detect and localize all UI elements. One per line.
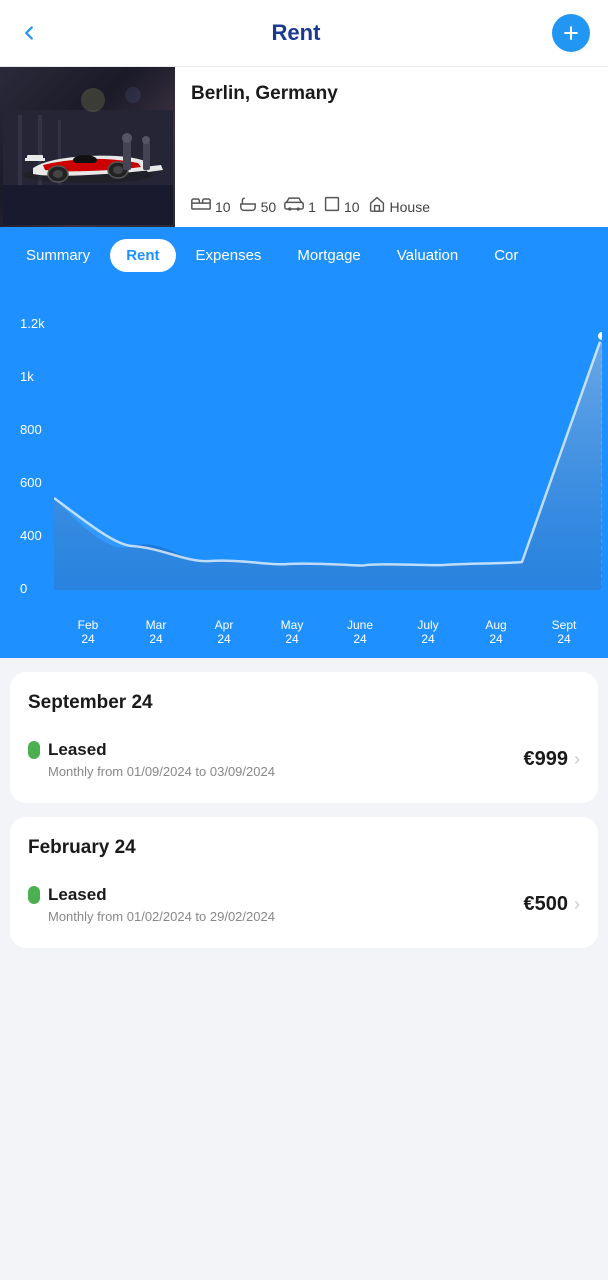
lease-label-feb: Leased xyxy=(48,885,107,905)
page-title: Rent xyxy=(272,20,321,46)
garage-count: 1 xyxy=(308,199,316,215)
section-september-title: September 24 xyxy=(28,692,580,714)
chevron-right-sep-icon: › xyxy=(574,749,580,770)
tab-cor[interactable]: Cor xyxy=(478,239,534,272)
area-count: 10 xyxy=(344,199,360,215)
stat-type: House xyxy=(368,196,430,217)
property-image xyxy=(0,67,175,227)
back-button[interactable] xyxy=(18,22,40,44)
green-dot-feb xyxy=(28,886,40,904)
lease-title-row-feb: Leased xyxy=(28,885,275,905)
stat-garage: 1 xyxy=(284,197,316,216)
chart-y-labels: 1.2k 1k 800 600 400 0 xyxy=(20,316,45,596)
lease-amount-sep: €999 xyxy=(524,748,569,771)
chevron-right-feb-icon: › xyxy=(574,894,580,915)
stat-baths: 50 xyxy=(239,196,277,217)
y-label-1.2k: 1.2k xyxy=(20,316,45,331)
bath-icon xyxy=(239,196,257,217)
car-icon xyxy=(284,197,304,216)
tab-rent[interactable]: Rent xyxy=(110,239,175,272)
y-label-600: 600 xyxy=(20,475,45,490)
lease-item-september[interactable]: Leased Monthly from 01/09/2024 to 03/09/… xyxy=(28,730,580,795)
x-label-jun: June24 xyxy=(326,618,394,646)
house-icon xyxy=(368,196,386,217)
beds-count: 10 xyxy=(215,199,231,215)
property-info: Berlin, Germany 10 xyxy=(175,67,608,227)
y-label-0: 0 xyxy=(20,581,45,596)
lease-left-sep: Leased Monthly from 01/09/2024 to 03/09/… xyxy=(28,740,275,779)
chart-x-labels: Feb24 Mar24 Apr24 May24 June24 July24 Au… xyxy=(54,610,598,658)
x-label-apr: Apr24 xyxy=(190,618,258,646)
x-label-sept: Sept24 xyxy=(530,618,598,646)
stat-area: 10 xyxy=(324,196,360,217)
tab-valuation[interactable]: Valuation xyxy=(381,239,474,272)
x-label-jul: July24 xyxy=(394,618,462,646)
tab-summary[interactable]: Summary xyxy=(10,239,106,272)
green-dot-sep xyxy=(28,741,40,759)
property-location: Berlin, Germany xyxy=(191,83,596,105)
y-label-1k: 1k xyxy=(20,369,45,384)
tab-mortgage[interactable]: Mortgage xyxy=(281,239,376,272)
x-label-mar: Mar24 xyxy=(122,618,190,646)
lease-right-sep: €999 › xyxy=(524,748,581,771)
property-stats: 10 50 xyxy=(191,196,596,217)
x-label-aug: Aug24 xyxy=(462,618,530,646)
bed-icon xyxy=(191,197,211,216)
baths-count: 50 xyxy=(261,199,277,215)
chart-area: 1.2k 1k 800 600 400 0 xyxy=(0,284,608,658)
header: Rent xyxy=(0,0,608,67)
section-february: February 24 Leased Monthly from 01/02/20… xyxy=(10,817,598,948)
section-september: September 24 Leased Monthly from 01/09/2… xyxy=(10,672,598,803)
y-label-400: 400 xyxy=(20,528,45,543)
lease-period-sep: Monthly from 01/09/2024 to 03/09/2024 xyxy=(48,764,275,779)
tabs-container: Summary Rent Expenses Mortgage Valuation… xyxy=(0,227,608,284)
section-february-title: February 24 xyxy=(28,837,580,859)
area-icon xyxy=(324,196,340,217)
lease-label-sep: Leased xyxy=(48,740,107,760)
x-label-feb: Feb24 xyxy=(54,618,122,646)
lease-amount-feb: €500 xyxy=(524,893,569,916)
property-type: House xyxy=(390,199,430,215)
property-card: Berlin, Germany 10 xyxy=(0,67,608,227)
lease-title-row-sep: Leased xyxy=(28,740,275,760)
content-area: September 24 Leased Monthly from 01/09/2… xyxy=(0,672,608,978)
stat-beds: 10 xyxy=(191,197,231,216)
tab-expenses[interactable]: Expenses xyxy=(180,239,278,272)
lease-right-feb: €500 › xyxy=(524,893,581,916)
lease-left-feb: Leased Monthly from 01/02/2024 to 29/02/… xyxy=(28,885,275,924)
lease-period-feb: Monthly from 01/02/2024 to 29/02/2024 xyxy=(48,909,275,924)
chart-svg xyxy=(54,300,598,595)
lease-item-february[interactable]: Leased Monthly from 01/02/2024 to 29/02/… xyxy=(28,875,580,940)
y-label-800: 800 xyxy=(20,422,45,437)
add-button[interactable] xyxy=(552,14,590,52)
x-label-may: May24 xyxy=(258,618,326,646)
